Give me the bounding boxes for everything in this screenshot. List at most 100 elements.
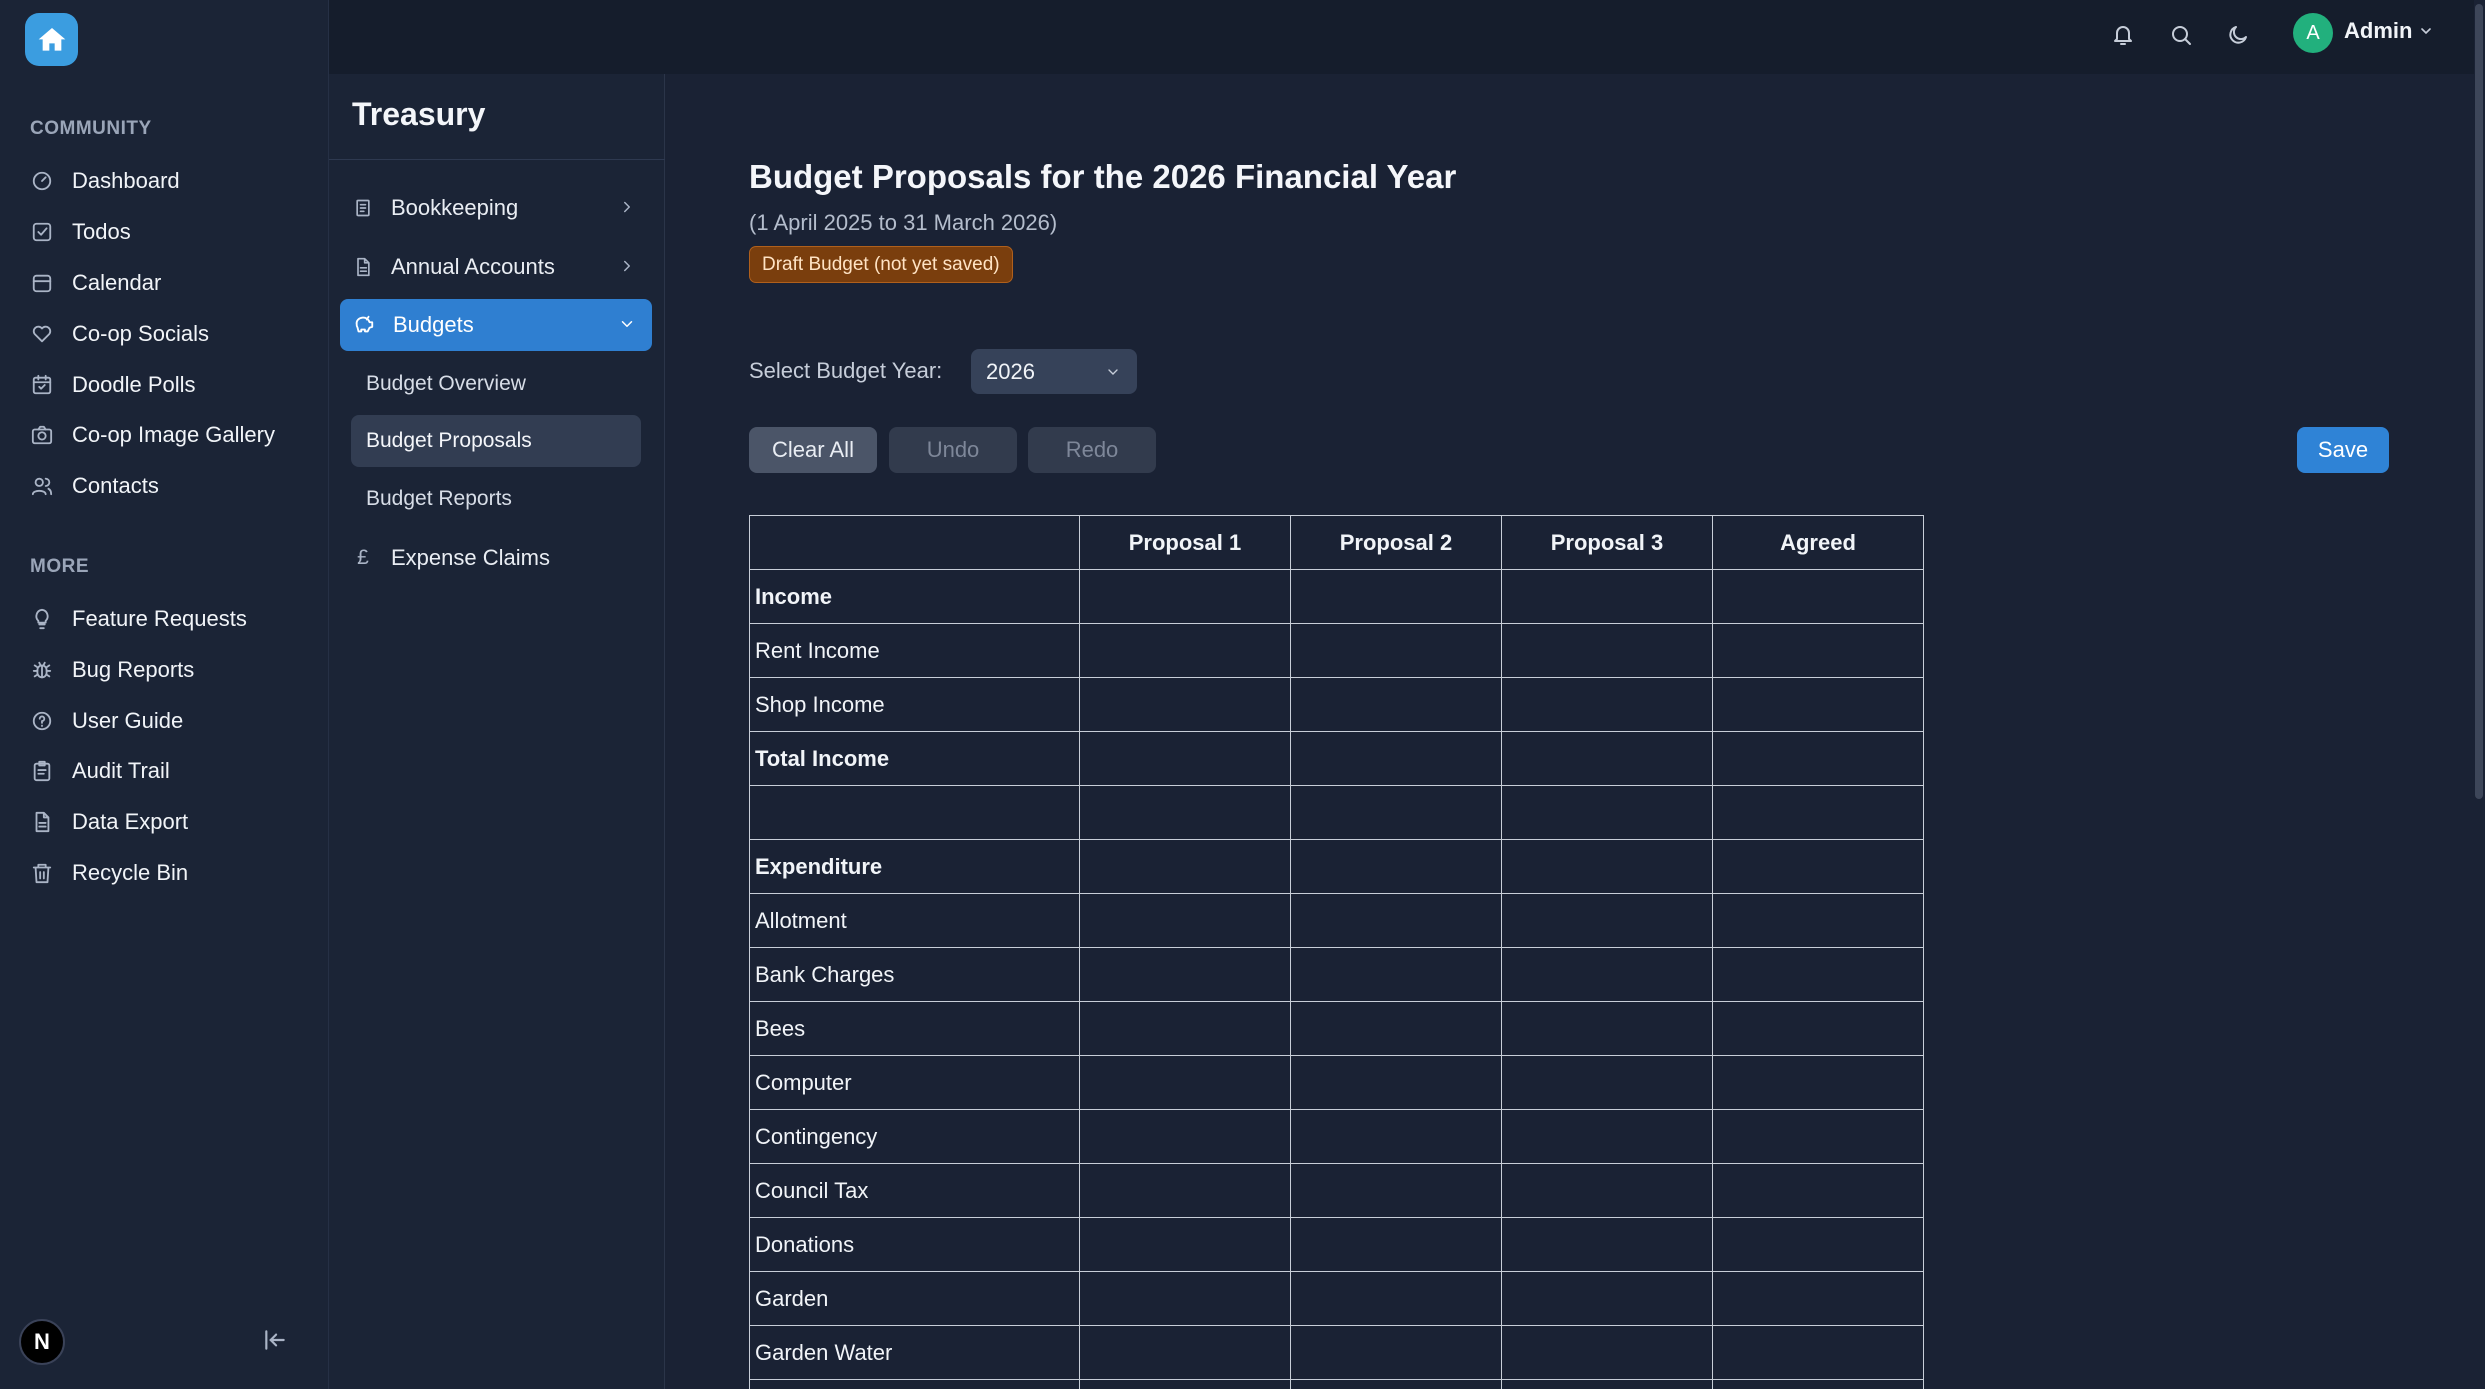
- undo-button[interactable]: Undo: [889, 427, 1017, 473]
- sidebar-item-user-guide[interactable]: User Guide: [30, 701, 310, 741]
- value-cell[interactable]: [1290, 785, 1502, 840]
- subnav-child-budget-reports[interactable]: Budget Reports: [351, 473, 641, 525]
- value-cell[interactable]: [1290, 731, 1502, 786]
- value-cell[interactable]: [1290, 623, 1502, 678]
- value-cell[interactable]: [1079, 1217, 1291, 1272]
- value-cell[interactable]: [1712, 1379, 1924, 1389]
- year-select[interactable]: 2026: [971, 349, 1137, 394]
- value-cell[interactable]: [1712, 1217, 1924, 1272]
- value-cell[interactable]: [1079, 1271, 1291, 1326]
- sidebar-item-contacts[interactable]: Contacts: [30, 466, 310, 506]
- value-cell[interactable]: [1079, 947, 1291, 1002]
- sidebar-item-bug-reports[interactable]: Bug Reports: [30, 650, 310, 690]
- redo-button[interactable]: Redo: [1028, 427, 1156, 473]
- sidebar-item-doodle-polls[interactable]: Doodle Polls: [30, 365, 310, 405]
- value-cell[interactable]: [1712, 677, 1924, 732]
- value-cell[interactable]: [1501, 1109, 1713, 1164]
- sidebar-item-recycle-bin[interactable]: Recycle Bin: [30, 853, 310, 893]
- scrollbar-thumb[interactable]: [2475, 4, 2483, 799]
- value-cell[interactable]: [1712, 839, 1924, 894]
- value-cell[interactable]: [1501, 839, 1713, 894]
- value-cell[interactable]: [1079, 677, 1291, 732]
- value-cell[interactable]: [1712, 1271, 1924, 1326]
- sidebar-item-audit-trail[interactable]: Audit Trail: [30, 751, 310, 791]
- value-cell[interactable]: [1290, 569, 1502, 624]
- value-cell[interactable]: [1079, 569, 1291, 624]
- value-cell[interactable]: [1290, 1271, 1502, 1326]
- value-cell[interactable]: [1290, 1379, 1502, 1389]
- value-cell[interactable]: [1079, 1379, 1291, 1389]
- n-badge[interactable]: N: [19, 1319, 65, 1365]
- sidebar-item-todos[interactable]: Todos: [30, 212, 310, 252]
- avatar[interactable]: A: [2293, 13, 2333, 53]
- value-cell[interactable]: [1501, 893, 1713, 948]
- value-cell[interactable]: [1712, 569, 1924, 624]
- value-cell[interactable]: [1290, 1109, 1502, 1164]
- value-cell[interactable]: [1290, 1325, 1502, 1380]
- value-cell[interactable]: [1712, 1109, 1924, 1164]
- subnav-item-annual-accounts[interactable]: Annual Accounts: [340, 241, 652, 293]
- value-cell[interactable]: [1501, 1217, 1713, 1272]
- value-cell[interactable]: [1501, 947, 1713, 1002]
- sidebar-item-co-op-image-gallery[interactable]: Co-op Image Gallery: [30, 415, 310, 455]
- value-cell[interactable]: [1501, 731, 1713, 786]
- subnav-item-budgets[interactable]: Budgets: [340, 299, 652, 351]
- value-cell[interactable]: [1712, 623, 1924, 678]
- value-cell[interactable]: [1501, 569, 1713, 624]
- value-cell[interactable]: [1501, 1163, 1713, 1218]
- value-cell[interactable]: [1712, 1001, 1924, 1056]
- sidebar-item-feature-requests[interactable]: Feature Requests: [30, 599, 310, 639]
- search-icon[interactable]: [2164, 18, 2198, 52]
- value-cell[interactable]: [1290, 839, 1502, 894]
- value-cell[interactable]: [1501, 1379, 1713, 1389]
- collapse-sidebar-icon[interactable]: [261, 1326, 289, 1354]
- value-cell[interactable]: [1079, 1109, 1291, 1164]
- value-cell[interactable]: [1501, 677, 1713, 732]
- value-cell[interactable]: [1079, 623, 1291, 678]
- value-cell[interactable]: [1290, 1001, 1502, 1056]
- value-cell[interactable]: [1079, 1001, 1291, 1056]
- save-button[interactable]: Save: [2297, 427, 2389, 473]
- value-cell[interactable]: [1079, 893, 1291, 948]
- sidebar-item-calendar[interactable]: Calendar: [30, 263, 310, 303]
- subnav-child-budget-overview[interactable]: Budget Overview: [351, 358, 641, 410]
- sidebar-item-dashboard[interactable]: Dashboard: [30, 161, 310, 201]
- moon-icon[interactable]: [2221, 18, 2255, 52]
- value-cell[interactable]: [1079, 785, 1291, 840]
- subnav-item-expense-claims[interactable]: £ Expense Claims: [340, 532, 652, 584]
- subnav-child-budget-proposals[interactable]: Budget Proposals: [351, 415, 641, 467]
- value-cell[interactable]: [1712, 893, 1924, 948]
- value-cell[interactable]: [1501, 1271, 1713, 1326]
- value-cell[interactable]: [1501, 1001, 1713, 1056]
- value-cell[interactable]: [1079, 731, 1291, 786]
- value-cell[interactable]: [1079, 839, 1291, 894]
- value-cell[interactable]: [1079, 1163, 1291, 1218]
- clear-all-button[interactable]: Clear All: [749, 427, 877, 473]
- value-cell[interactable]: [1079, 1055, 1291, 1110]
- value-cell[interactable]: [1290, 1217, 1502, 1272]
- value-cell[interactable]: [1290, 1055, 1502, 1110]
- value-cell[interactable]: [1712, 785, 1924, 840]
- value-cell[interactable]: [1712, 1055, 1924, 1110]
- value-cell[interactable]: [1501, 785, 1713, 840]
- value-cell[interactable]: [1290, 947, 1502, 1002]
- bell-icon[interactable]: [2106, 18, 2140, 52]
- value-cell[interactable]: [1712, 1325, 1924, 1380]
- sidebar-item-data-export[interactable]: Data Export: [30, 802, 310, 842]
- value-cell[interactable]: [1712, 1163, 1924, 1218]
- row-label: [749, 785, 1080, 840]
- subnav-item-bookkeeping[interactable]: Bookkeeping: [340, 182, 652, 234]
- value-cell[interactable]: [1290, 893, 1502, 948]
- value-cell[interactable]: [1079, 1325, 1291, 1380]
- value-cell[interactable]: [1501, 1325, 1713, 1380]
- value-cell[interactable]: [1501, 1055, 1713, 1110]
- value-cell[interactable]: [1290, 677, 1502, 732]
- value-cell[interactable]: [1712, 947, 1924, 1002]
- value-cell[interactable]: [1712, 731, 1924, 786]
- value-cell[interactable]: [1501, 623, 1713, 678]
- home-logo-icon[interactable]: [25, 13, 78, 66]
- user-menu[interactable]: Admin: [2344, 18, 2434, 44]
- year-select-value: 2026: [986, 358, 1035, 384]
- value-cell[interactable]: [1290, 1163, 1502, 1218]
- sidebar-item-co-op-socials[interactable]: Co-op Socials: [30, 314, 310, 354]
